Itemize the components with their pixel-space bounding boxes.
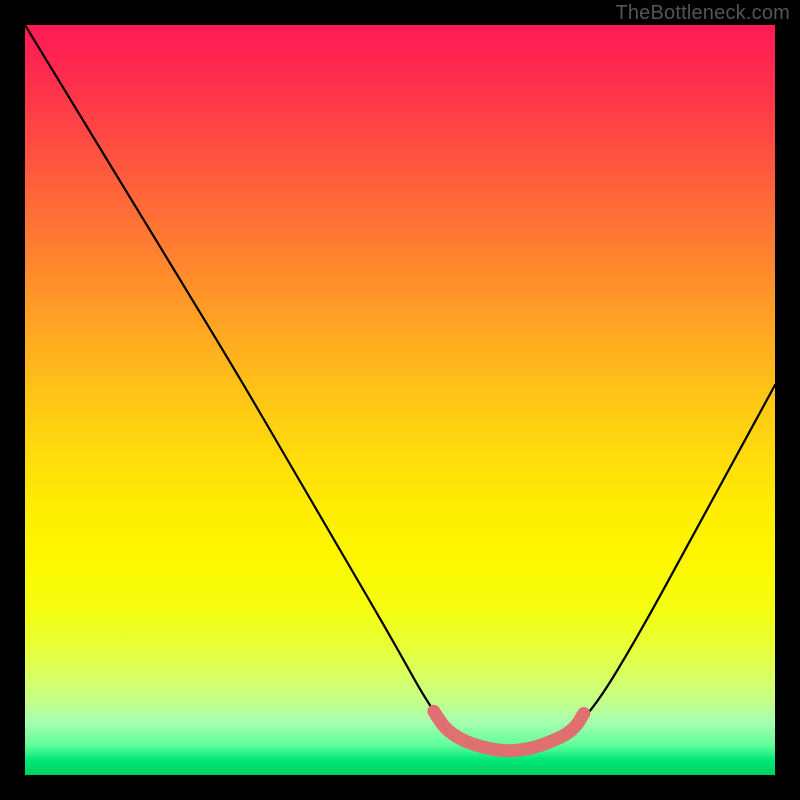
curve-svg	[25, 25, 775, 775]
chart-frame: TheBottleneck.com	[0, 0, 800, 800]
bottleneck-curve-path	[25, 25, 775, 750]
attribution-text: TheBottleneck.com	[615, 2, 790, 25]
marker-segment-path	[434, 711, 584, 750]
plot-area	[25, 25, 775, 775]
